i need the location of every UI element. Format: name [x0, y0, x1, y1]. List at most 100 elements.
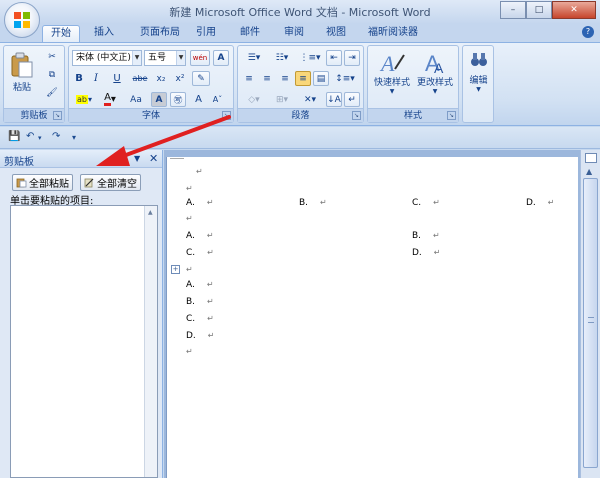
- format-painter-icon[interactable]: 🖌: [44, 86, 60, 100]
- paste-button[interactable]: 粘贴: [8, 48, 36, 96]
- align-left-icon[interactable]: ≡: [241, 71, 257, 86]
- office-button[interactable]: [4, 2, 40, 38]
- paragraph-mark: ↵: [433, 198, 440, 207]
- quick-styles-button[interactable]: A 快速样式 ▼: [372, 48, 412, 104]
- tab-view[interactable]: 视图: [320, 25, 352, 42]
- paragraph-mark: ↵: [547, 198, 555, 207]
- redo-icon[interactable]: ↷: [52, 131, 60, 145]
- tab-mailings[interactable]: 邮件: [234, 25, 266, 42]
- tab-insert[interactable]: 插入: [86, 25, 122, 42]
- char-shading-icon[interactable]: A: [151, 92, 167, 107]
- document-page[interactable]: [166, 157, 578, 478]
- change-case-button[interactable]: Aa: [125, 92, 147, 107]
- font-name-combo[interactable]: 宋体 (中文正) ▼: [72, 50, 142, 66]
- vertical-scrollbar[interactable]: ▲: [580, 150, 600, 478]
- quick-styles-label: 快速样式: [373, 78, 410, 88]
- paragraph-mark: ↵: [206, 231, 214, 240]
- paragraph-mark: ↵: [433, 231, 440, 240]
- phonetic-guide-button[interactable]: wén: [190, 50, 210, 66]
- font-color-icon[interactable]: A ▾: [99, 92, 121, 107]
- line-spacing-icon[interactable]: ↕≡▾: [332, 71, 358, 86]
- paragraph-mark: ↵: [207, 314, 214, 323]
- help-icon[interactable]: ?: [582, 26, 594, 38]
- copy-icon[interactable]: ⧉: [44, 68, 60, 82]
- save-icon[interactable]: 💾: [8, 131, 20, 145]
- enclose-char-icon[interactable]: ㊢: [170, 92, 186, 107]
- underline-button[interactable]: U: [107, 71, 127, 86]
- clipboard-items-list[interactable]: ▲: [10, 205, 158, 478]
- styles-launcher-icon[interactable]: ↘: [447, 111, 456, 120]
- shading-icon[interactable]: ◇▾: [241, 92, 267, 107]
- pane-options-icon[interactable]: ▼: [134, 154, 140, 163]
- font-launcher-icon[interactable]: ↘: [222, 111, 231, 120]
- option-label: C.: [412, 198, 422, 208]
- chevron-down-icon[interactable]: ▾: [38, 134, 42, 148]
- list-item: B. ↵: [299, 198, 327, 208]
- clear-all-icon: [84, 178, 94, 188]
- option-label: B.: [299, 198, 309, 208]
- sort-icon[interactable]: ↓A: [326, 92, 342, 107]
- paragraph-mark: ↵: [207, 331, 215, 340]
- superscript-button[interactable]: x²: [172, 71, 188, 86]
- grow-font-button[interactable]: A: [190, 92, 207, 107]
- bold-button[interactable]: B: [72, 71, 86, 86]
- grip-icon: [588, 317, 594, 323]
- numbering-icon[interactable]: ☷▾: [269, 50, 295, 66]
- clear-all-button[interactable]: 全部清空: [80, 174, 141, 191]
- view-ruler-icon[interactable]: [585, 153, 597, 163]
- cut-icon[interactable]: ✂: [44, 50, 60, 64]
- change-styles-label: 更改样式: [416, 78, 453, 88]
- list-item: B. ↵: [186, 297, 214, 307]
- paste-all-icon: [16, 178, 27, 188]
- clipboard-pane: 剪贴板 ▼ ✕ 全部粘贴 全部清空 单击要粘贴的项目: ▲: [0, 150, 163, 478]
- align-center-icon[interactable]: ≡: [259, 71, 275, 86]
- char-border-button[interactable]: A: [213, 50, 229, 66]
- styles-group-label: 样式: [368, 108, 458, 122]
- tab-page-layout[interactable]: 页面布局: [132, 25, 188, 42]
- clear-formatting-icon[interactable]: ✎: [192, 71, 210, 86]
- scroll-up-icon[interactable]: ▲: [148, 209, 153, 216]
- change-styles-button[interactable]: A A 更改样式 ▼: [414, 48, 456, 104]
- pane-scrollbar[interactable]: ▲: [144, 206, 157, 477]
- table-move-handle-icon[interactable]: +: [171, 265, 180, 274]
- show-marks-icon[interactable]: ↵: [344, 92, 360, 107]
- tab-references[interactable]: 引用: [190, 25, 222, 42]
- scroll-up-icon[interactable]: ▲: [586, 167, 592, 176]
- subscript-button[interactable]: x₂: [153, 71, 169, 86]
- strikethrough-button[interactable]: abe: [131, 71, 149, 86]
- list-item: C. ↵: [412, 198, 440, 208]
- tab-foxit-reader[interactable]: 福昕阅读器: [364, 25, 422, 42]
- close-icon[interactable]: ✕: [149, 152, 158, 165]
- scrollbar-thumb[interactable]: [583, 178, 598, 468]
- distributed-icon[interactable]: ▤: [313, 71, 329, 86]
- tab-home[interactable]: 开始: [42, 25, 80, 42]
- clipboard-launcher-icon[interactable]: ↘: [53, 111, 62, 120]
- tab-review[interactable]: 审阅: [278, 25, 310, 42]
- multilevel-list-icon[interactable]: ⋮≡▾: [297, 50, 323, 66]
- option-label: A.: [186, 231, 195, 241]
- editing-button[interactable]: 编辑 ▼: [465, 48, 492, 104]
- decrease-indent-icon[interactable]: ⇤: [326, 50, 342, 66]
- undo-icon[interactable]: ↶: [26, 131, 34, 145]
- highlight-icon[interactable]: ab ▾: [72, 92, 96, 107]
- option-label: D.: [412, 248, 422, 258]
- italic-button[interactable]: I: [89, 71, 103, 86]
- justify-icon[interactable]: ≡: [295, 71, 311, 86]
- paragraph-launcher-icon[interactable]: ↘: [352, 111, 361, 120]
- close-button[interactable]: ✕: [552, 1, 596, 19]
- font-size-combo[interactable]: 五号 ▼: [144, 50, 186, 66]
- bullets-icon[interactable]: ☰▾: [241, 50, 267, 66]
- maximize-button[interactable]: □: [526, 1, 552, 19]
- paste-all-button[interactable]: 全部粘贴: [12, 174, 73, 191]
- clear-all-label: 全部清空: [97, 179, 137, 190]
- svg-text:A: A: [434, 60, 444, 75]
- align-right-icon[interactable]: ≡: [277, 71, 293, 86]
- minimize-button[interactable]: –: [500, 1, 526, 19]
- borders-icon[interactable]: ⊞▾: [269, 92, 295, 107]
- increase-indent-icon[interactable]: ⇥: [344, 50, 360, 66]
- shrink-font-icon[interactable]: Aˇ: [209, 92, 226, 107]
- option-label: C.: [186, 248, 196, 258]
- page-corner-mark: [170, 158, 184, 159]
- chinese-layout-icon[interactable]: ✕▾: [297, 92, 323, 107]
- customize-qat-icon[interactable]: ▾: [72, 133, 76, 147]
